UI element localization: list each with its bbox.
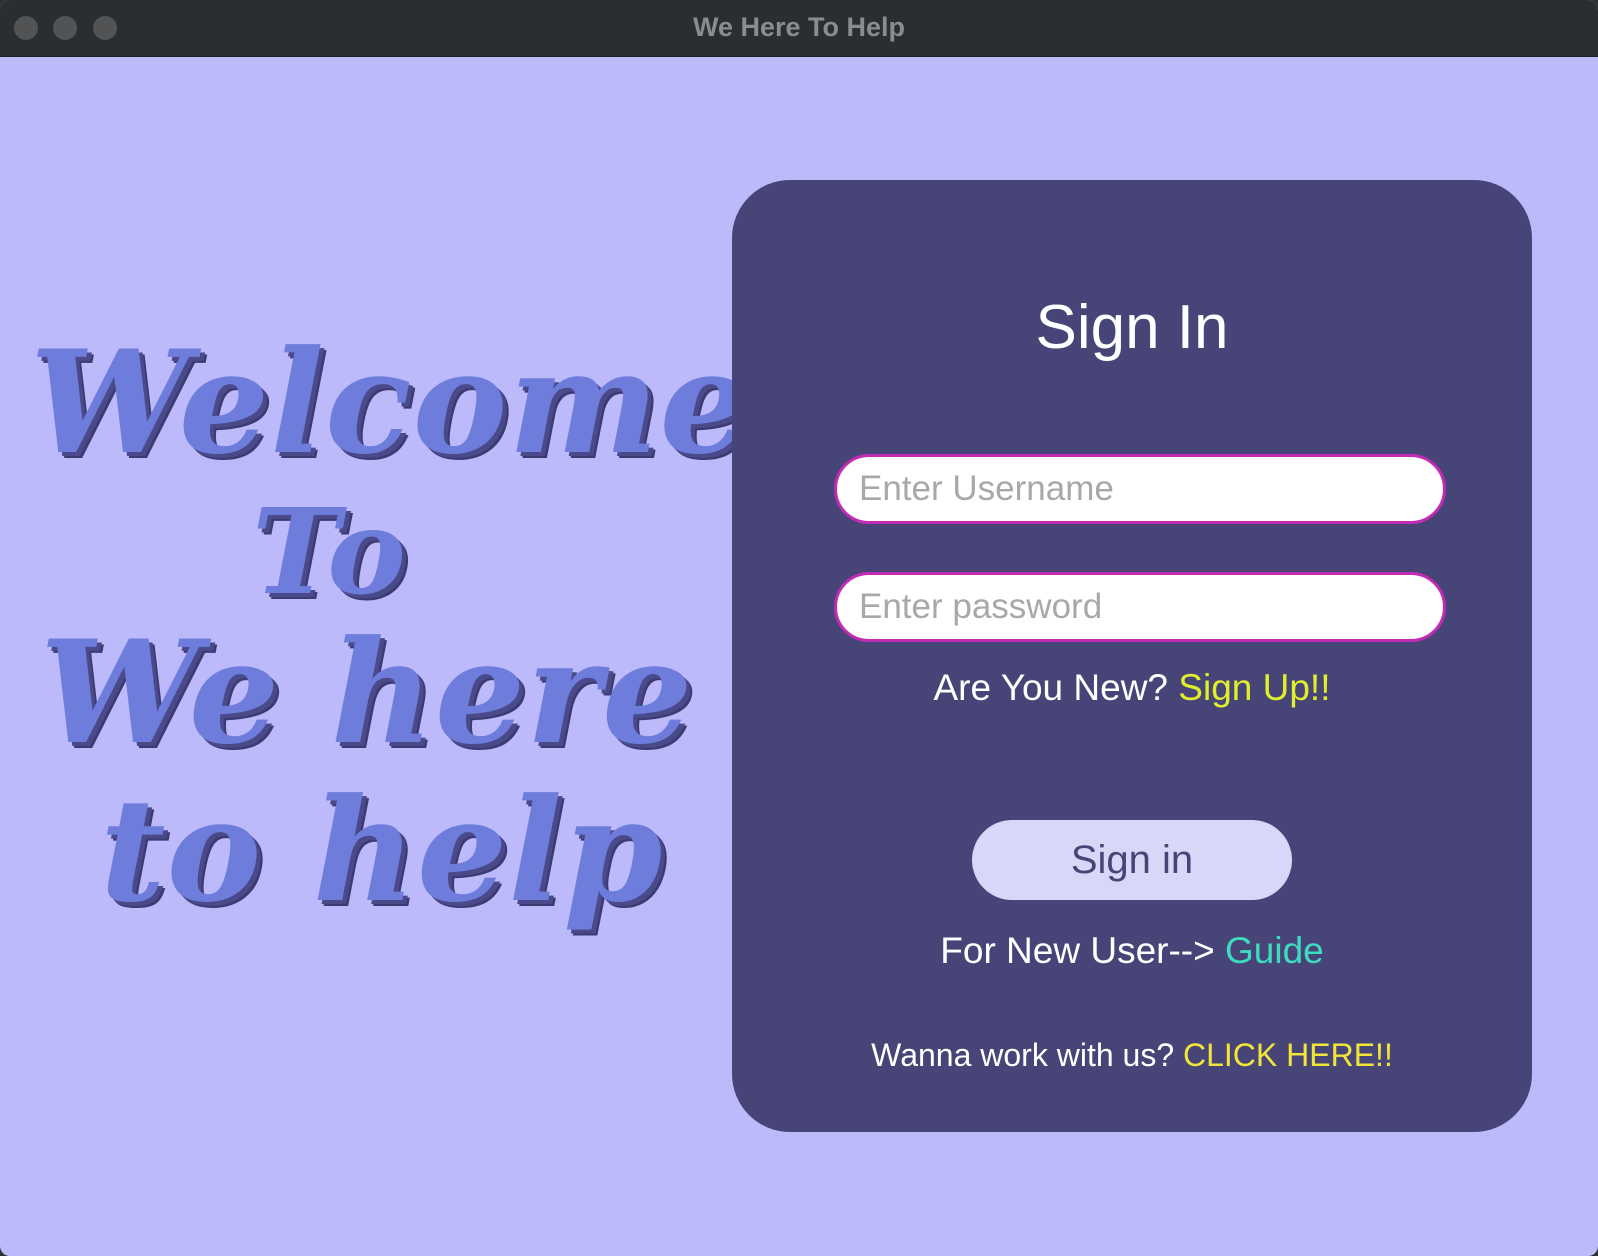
app-window: We Here To Help Welcome To We here to he… <box>0 0 1598 1256</box>
password-input[interactable] <box>834 572 1446 642</box>
welcome-banner: Welcome To We here to help <box>20 320 750 940</box>
new-user-prompt: Are You New? <box>933 667 1169 708</box>
guide-prompt: For New User--> <box>940 930 1215 971</box>
signup-link[interactable]: Sign Up!! <box>1178 667 1330 708</box>
work-prompt: Wanna work with us? <box>871 1037 1175 1073</box>
signin-button[interactable]: Sign in <box>972 820 1292 900</box>
welcome-line-2: To <box>252 482 407 621</box>
welcome-line-4: to help <box>100 768 664 934</box>
work-with-us-link[interactable]: CLICK HERE!! <box>1183 1037 1393 1073</box>
username-input[interactable] <box>834 454 1446 524</box>
work-with-us-row: Wanna work with us? CLICK HERE!! <box>732 1037 1532 1074</box>
welcome-line-3: We here <box>40 610 694 776</box>
guide-link[interactable]: Guide <box>1225 930 1324 971</box>
welcome-line-1: Welcome <box>30 320 751 486</box>
signin-heading: Sign In <box>1035 293 1229 362</box>
guide-row: For New User--> Guide <box>732 930 1532 972</box>
signup-row: Are You New? Sign Up!! <box>732 667 1532 709</box>
title-bar: We Here To Help <box>0 0 1598 57</box>
signin-card: Sign In Are You New? Sign Up!! Sign in F… <box>732 180 1532 1132</box>
window-title: We Here To Help <box>692 12 906 42</box>
